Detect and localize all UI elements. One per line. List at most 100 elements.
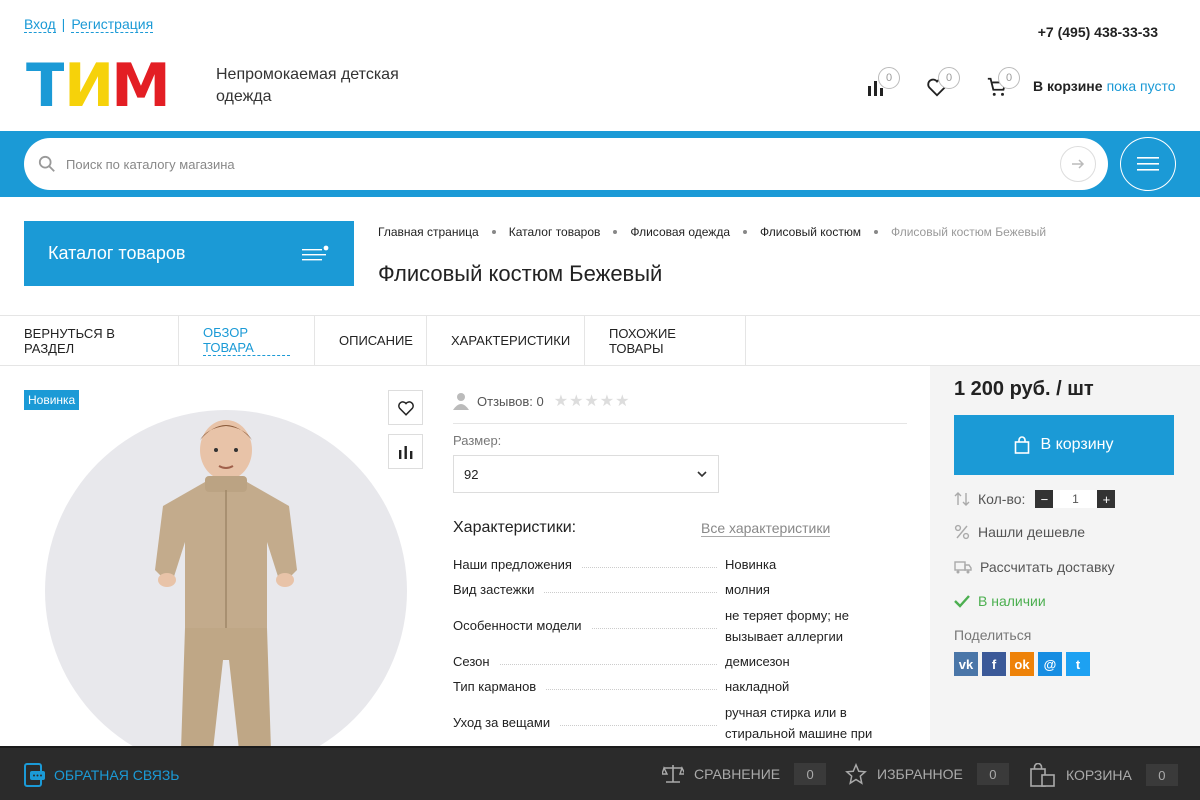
logo-letter-2: И (63, 62, 112, 110)
phone-number[interactable]: +7 (495) 438-33-33 (1038, 24, 1158, 40)
arrow-right-icon (1072, 159, 1085, 169)
quantity-stepper: Кол-во: − 1 + (954, 490, 1116, 508)
search-bar (0, 131, 1200, 197)
favorites-bottom-count: 0 (976, 763, 1009, 785)
percent-icon (954, 524, 970, 540)
star-icon (845, 763, 867, 785)
shopping-bag-icon (1030, 763, 1055, 787)
compare-header-button[interactable]: 0 (866, 67, 900, 100)
compare-bottom-button[interactable]: Сравнение 0 (662, 763, 827, 785)
breadcrumb-item[interactable]: Флисовая одежда (630, 225, 730, 239)
search-input[interactable] (66, 152, 1046, 176)
sort-arrows-icon (954, 492, 970, 506)
breadcrumb: Главная страница Каталог товаров Флисова… (378, 225, 1046, 239)
quantity-decrease-button[interactable]: − (1035, 490, 1054, 508)
login-link[interactable]: Вход (24, 16, 56, 33)
property-row: Сезон демисезон (453, 654, 790, 669)
tab-similar-products[interactable]: Похожие товары (585, 316, 746, 365)
property-row: Уход за вещами ручная стирка или в стира… (453, 704, 873, 741)
compare-bottom-count: 0 (794, 763, 827, 785)
cart-count-badge: 0 (998, 67, 1020, 89)
add-to-cart-button[interactable]: В корзину (954, 415, 1174, 475)
catalog-button[interactable]: Каталог товаров (24, 221, 354, 286)
reviews-count[interactable]: Отзывов: 0 (477, 394, 544, 409)
tab-back-to-section[interactable]: Вернуться в раздел (0, 316, 179, 365)
cart-status-link[interactable]: пока пусто (1107, 78, 1176, 94)
quantity-label: Кол-во: (978, 491, 1026, 507)
checkmark-icon (954, 595, 970, 608)
catalog-menu-icon (302, 245, 329, 261)
favorites-header-button[interactable]: 0 (926, 67, 960, 100)
register-link[interactable]: Регистрация (71, 16, 154, 33)
cart-header-button[interactable]: 0 (986, 67, 1020, 100)
cart-label: В корзине (1033, 78, 1103, 94)
found-cheaper-link[interactable]: Нашли дешевле (954, 524, 1085, 540)
main-menu-button[interactable] (1120, 137, 1176, 191)
auth-separator: | (61, 16, 66, 32)
product-tabs: Вернуться в раздел Обзор товара Описание… (0, 315, 1200, 366)
quantity-increase-button[interactable]: + (1097, 490, 1116, 508)
bottom-bar: Обратная связь Сравнение 0 Избранное 0 К… (0, 746, 1200, 800)
user-icon (453, 393, 469, 410)
tagline: Непромокаемая детская одежда (216, 66, 399, 105)
product-image[interactable] (45, 410, 407, 772)
scales-icon (662, 765, 684, 783)
quantity-input[interactable]: 1 (1053, 490, 1098, 508)
property-row: Особенности модели не теряет форму; не в… (453, 607, 849, 644)
vk-share-button[interactable]: vk (954, 652, 978, 676)
logo[interactable]: Т И М (26, 62, 180, 110)
breadcrumb-item[interactable]: Главная страница (378, 225, 479, 239)
breadcrumb-item[interactable]: Флисовый костюм (760, 225, 861, 239)
chat-icon (24, 763, 45, 787)
logo-letter-3: М (111, 62, 168, 110)
search-icon (38, 155, 55, 172)
mail-share-button[interactable]: @ (1038, 652, 1062, 676)
search-submit-button[interactable] (1060, 146, 1096, 182)
characteristics-title: Характеристики: (453, 519, 577, 536)
hamburger-icon (1137, 157, 1159, 171)
add-to-compare-button[interactable] (388, 434, 423, 469)
favorites-bottom-button[interactable]: Избранное 0 (845, 763, 1009, 785)
new-badge: Новинка (24, 390, 80, 410)
feedback-button[interactable]: Обратная связь (24, 763, 179, 787)
truck-icon (954, 561, 972, 574)
cart-bottom-button[interactable]: Корзина 0 (1030, 763, 1178, 787)
calculate-delivery-link[interactable]: Рассчитать доставку (954, 559, 1115, 575)
rating-stars[interactable]: ★★★★★ (554, 391, 631, 411)
price: 1 200 руб. / шт (954, 378, 1094, 400)
reviews-summary: Отзывов: 0 ★★★★★ (453, 391, 630, 411)
property-row: Наши предложения Новинка (453, 557, 777, 572)
property-row: Вид застежки молния (453, 582, 770, 597)
breadcrumb-item[interactable]: Каталог товаров (509, 225, 601, 239)
facebook-share-button[interactable]: f (982, 652, 1006, 676)
cart-summary: В корзине пока пусто (1033, 78, 1176, 94)
tab-overview[interactable]: Обзор товара (179, 316, 315, 365)
logo-letter-1: Т (26, 62, 64, 110)
tab-description[interactable]: Описание (315, 316, 427, 365)
heart-icon (397, 400, 414, 416)
twitter-share-button[interactable]: t (1066, 652, 1090, 676)
page-title: Флисовый костюм Бежевый (378, 261, 663, 286)
social-share-buttons: vk f ok @ t (954, 652, 1090, 676)
add-to-favorites-button[interactable] (388, 390, 423, 425)
size-select[interactable]: 92 (453, 455, 719, 493)
child-in-fleece-suit-image (155, 420, 297, 750)
chevron-down-icon (697, 471, 707, 478)
tab-characteristics[interactable]: Характеристики (427, 316, 585, 365)
property-row: Тип карманов накладной (453, 679, 790, 694)
size-selected-value: 92 (464, 466, 479, 482)
compare-icon (398, 445, 412, 459)
size-label: Размер: (453, 433, 502, 448)
search-box (24, 138, 1108, 190)
properties-list: Наши предложения Новинка Вид застежки мо… (453, 552, 907, 746)
shopping-bag-icon (1015, 436, 1030, 454)
compare-count-badge: 0 (878, 67, 900, 89)
odnoklassniki-share-button[interactable]: ok (1010, 652, 1034, 676)
share-label: Поделиться (954, 627, 1032, 643)
purchase-panel: 1 200 руб. / шт В корзину Кол-во: − 1 + … (930, 366, 1200, 746)
auth-links: Вход | Регистрация (24, 16, 154, 33)
add-to-cart-label: В корзину (1040, 436, 1114, 453)
breadcrumb-current: Флисовый костюм Бежевый (890, 225, 1047, 239)
all-characteristics-link[interactable]: Все характеристики (701, 520, 831, 537)
favorites-count-badge: 0 (938, 67, 960, 89)
